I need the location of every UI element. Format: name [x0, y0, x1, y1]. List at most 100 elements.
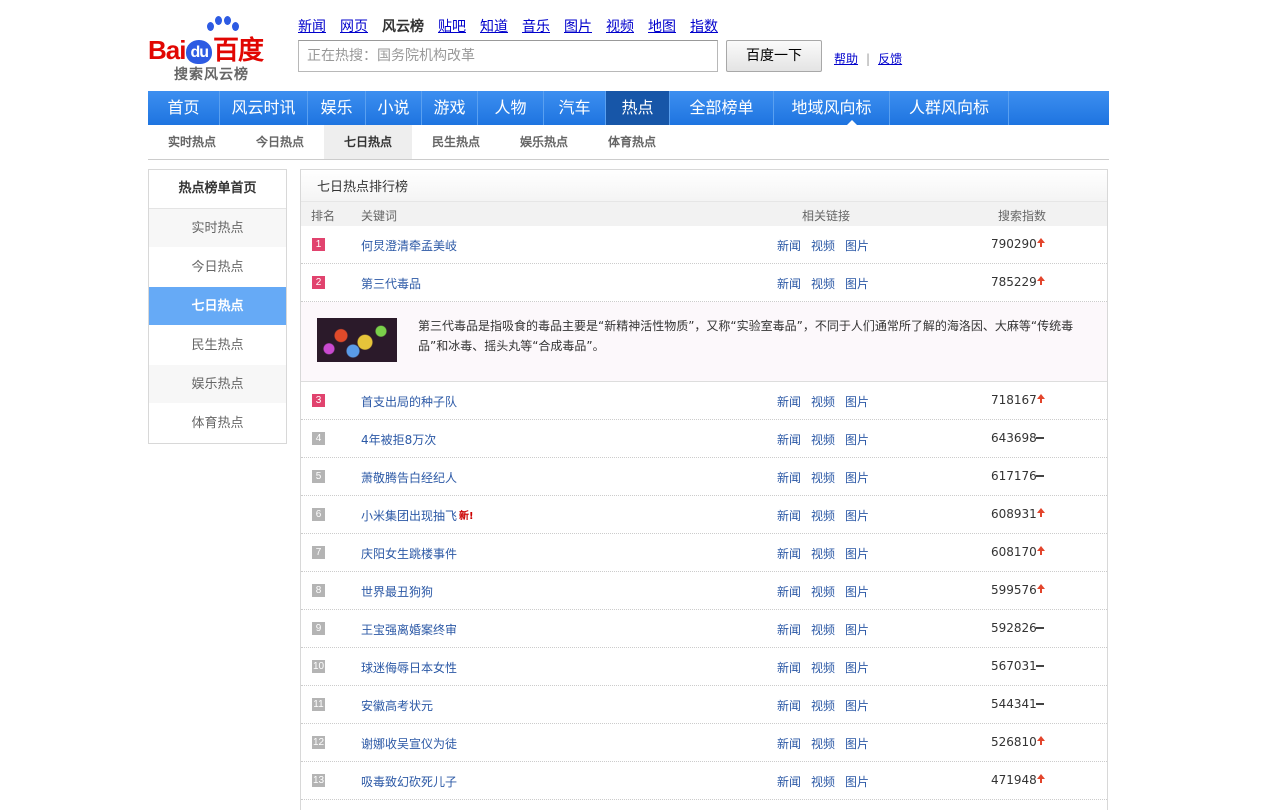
related-links: 新闻 视频 图片 — [777, 621, 879, 638]
top-link[interactable]: 贴吧 — [438, 16, 466, 36]
main-nav-item[interactable]: 地域风向标 — [774, 91, 890, 125]
news-link[interactable]: 新闻 — [777, 239, 801, 253]
top-link[interactable]: 知道 — [480, 16, 508, 36]
sub-nav-tab[interactable]: 民生热点 — [412, 125, 500, 159]
sub-nav-tab[interactable]: 娱乐热点 — [500, 125, 588, 159]
news-link[interactable]: 新闻 — [777, 585, 801, 599]
news-link[interactable]: 新闻 — [777, 623, 801, 637]
image-link[interactable]: 图片 — [845, 699, 869, 713]
video-link[interactable]: 视频 — [811, 737, 835, 751]
keyword-link[interactable]: 第三代毒品 — [361, 275, 421, 292]
main-nav-item[interactable]: 热点 — [606, 91, 670, 125]
main-nav-item[interactable]: 人群风向标 — [890, 91, 1009, 125]
trend-flat-icon — [1036, 620, 1046, 634]
top-link[interactable]: 视频 — [606, 16, 634, 36]
related-links: 新闻 视频 图片 — [777, 583, 879, 600]
sub-nav-tab[interactable]: 七日热点 — [324, 125, 412, 159]
main-nav-item[interactable]: 全部榜单 — [670, 91, 774, 125]
keyword-link[interactable]: 庆阳女生跳楼事件 — [361, 545, 457, 562]
trend-up-icon — [1036, 236, 1046, 250]
news-link[interactable]: 新闻 — [777, 433, 801, 447]
news-link[interactable]: 新闻 — [777, 395, 801, 409]
sidebar-item[interactable]: 民生热点 — [149, 326, 286, 365]
news-link[interactable]: 新闻 — [777, 509, 801, 523]
news-link[interactable]: 新闻 — [777, 547, 801, 561]
keyword-link[interactable]: 何炅澄清牵孟美岐 — [361, 237, 457, 254]
search-button[interactable]: 百度一下 — [726, 40, 822, 72]
top-link[interactable]: 新闻 — [298, 16, 326, 36]
new-badge: 新! — [459, 511, 474, 522]
top-link[interactable]: 音乐 — [522, 16, 550, 36]
news-link[interactable]: 新闻 — [777, 699, 801, 713]
help-link[interactable]: 帮助 — [834, 52, 858, 66]
news-link[interactable]: 新闻 — [777, 471, 801, 485]
image-link[interactable]: 图片 — [845, 239, 869, 253]
video-link[interactable]: 视频 — [811, 395, 835, 409]
keyword-link[interactable]: 4年被拒8万次 — [361, 431, 436, 448]
sidebar-item[interactable]: 今日热点 — [149, 248, 286, 287]
keyword-link[interactable]: 萧敬腾告白经纪人 — [361, 469, 457, 486]
video-link[interactable]: 视频 — [811, 433, 835, 447]
main-nav-item[interactable]: 风云时讯 — [220, 91, 308, 125]
main-nav-item[interactable]: 首页 — [148, 91, 220, 125]
main-nav-item[interactable]: 汽车 — [544, 91, 606, 125]
video-link[interactable]: 视频 — [811, 547, 835, 561]
keyword-link[interactable]: 世界最丑狗狗 — [361, 583, 433, 600]
video-link[interactable]: 视频 — [811, 661, 835, 675]
baidu-logo[interactable]: Bai du 百度 搜索风云榜 — [148, 16, 284, 83]
keyword-link[interactable]: 吸毒致幻砍死儿子 — [361, 773, 457, 790]
image-link[interactable]: 图片 — [845, 509, 869, 523]
keyword-link[interactable]: 谢娜收吴宣仪为徒 — [361, 735, 457, 752]
video-link[interactable]: 视频 — [811, 699, 835, 713]
sidebar-item[interactable]: 体育热点 — [149, 404, 286, 443]
keyword-link[interactable]: 球迷侮辱日本女性 — [361, 659, 457, 676]
sidebar-item[interactable]: 实时热点 — [149, 209, 286, 248]
image-link[interactable]: 图片 — [845, 737, 869, 751]
news-link[interactable]: 新闻 — [777, 661, 801, 675]
keyword-link[interactable]: 王宝强离婚案终审 — [361, 621, 457, 638]
rank-badge: 10 — [312, 660, 325, 673]
news-link[interactable]: 新闻 — [777, 775, 801, 789]
top-link[interactable]: 图片 — [564, 16, 592, 36]
image-link[interactable]: 图片 — [845, 433, 869, 447]
sub-nav-tab[interactable]: 体育热点 — [588, 125, 676, 159]
sidebar-item[interactable]: 娱乐热点 — [149, 365, 286, 404]
news-link[interactable]: 新闻 — [777, 737, 801, 751]
sidebar-item[interactable]: 七日热点 — [149, 287, 286, 326]
main-nav-item[interactable]: 娱乐 — [308, 91, 366, 125]
main-nav-item[interactable]: 游戏 — [422, 91, 478, 125]
keyword-link[interactable]: 首支出局的种子队 — [361, 393, 457, 410]
image-link[interactable]: 图片 — [845, 585, 869, 599]
video-link[interactable]: 视频 — [811, 585, 835, 599]
image-link[interactable]: 图片 — [845, 775, 869, 789]
image-link[interactable]: 图片 — [845, 661, 869, 675]
image-link[interactable]: 图片 — [845, 277, 869, 291]
video-link[interactable]: 视频 — [811, 623, 835, 637]
main-nav-item[interactable]: 小说 — [366, 91, 422, 125]
search-index: 599576 — [991, 583, 1037, 597]
sidebar-header[interactable]: 热点榜单首页 — [149, 170, 286, 209]
sub-nav-tab[interactable]: 实时热点 — [148, 125, 236, 159]
news-link[interactable]: 新闻 — [777, 277, 801, 291]
top-link[interactable]: 风云榜 — [382, 16, 424, 36]
search-input[interactable]: 正在热搜：国务院机构改革 — [298, 40, 718, 72]
image-link[interactable]: 图片 — [845, 395, 869, 409]
video-link[interactable]: 视频 — [811, 239, 835, 253]
video-link[interactable]: 视频 — [811, 471, 835, 485]
sub-nav-tab[interactable]: 今日热点 — [236, 125, 324, 159]
keyword-link[interactable]: 安徽高考状元 — [361, 697, 433, 714]
video-link[interactable]: 视频 — [811, 277, 835, 291]
image-link[interactable]: 图片 — [845, 471, 869, 485]
main-nav-item[interactable]: 人物 — [478, 91, 544, 125]
video-link[interactable]: 视频 — [811, 775, 835, 789]
video-link[interactable]: 视频 — [811, 509, 835, 523]
top-link[interactable]: 地图 — [648, 16, 676, 36]
related-links: 新闻 视频 图片 — [777, 275, 879, 292]
top-link[interactable]: 网页 — [340, 16, 368, 36]
detail-thumbnail[interactable] — [317, 318, 397, 362]
image-link[interactable]: 图片 — [845, 547, 869, 561]
top-link[interactable]: 指数 — [690, 16, 718, 36]
feedback-link[interactable]: 反馈 — [878, 52, 902, 66]
image-link[interactable]: 图片 — [845, 623, 869, 637]
keyword-link[interactable]: 小米集团出现抽飞 — [361, 507, 457, 524]
